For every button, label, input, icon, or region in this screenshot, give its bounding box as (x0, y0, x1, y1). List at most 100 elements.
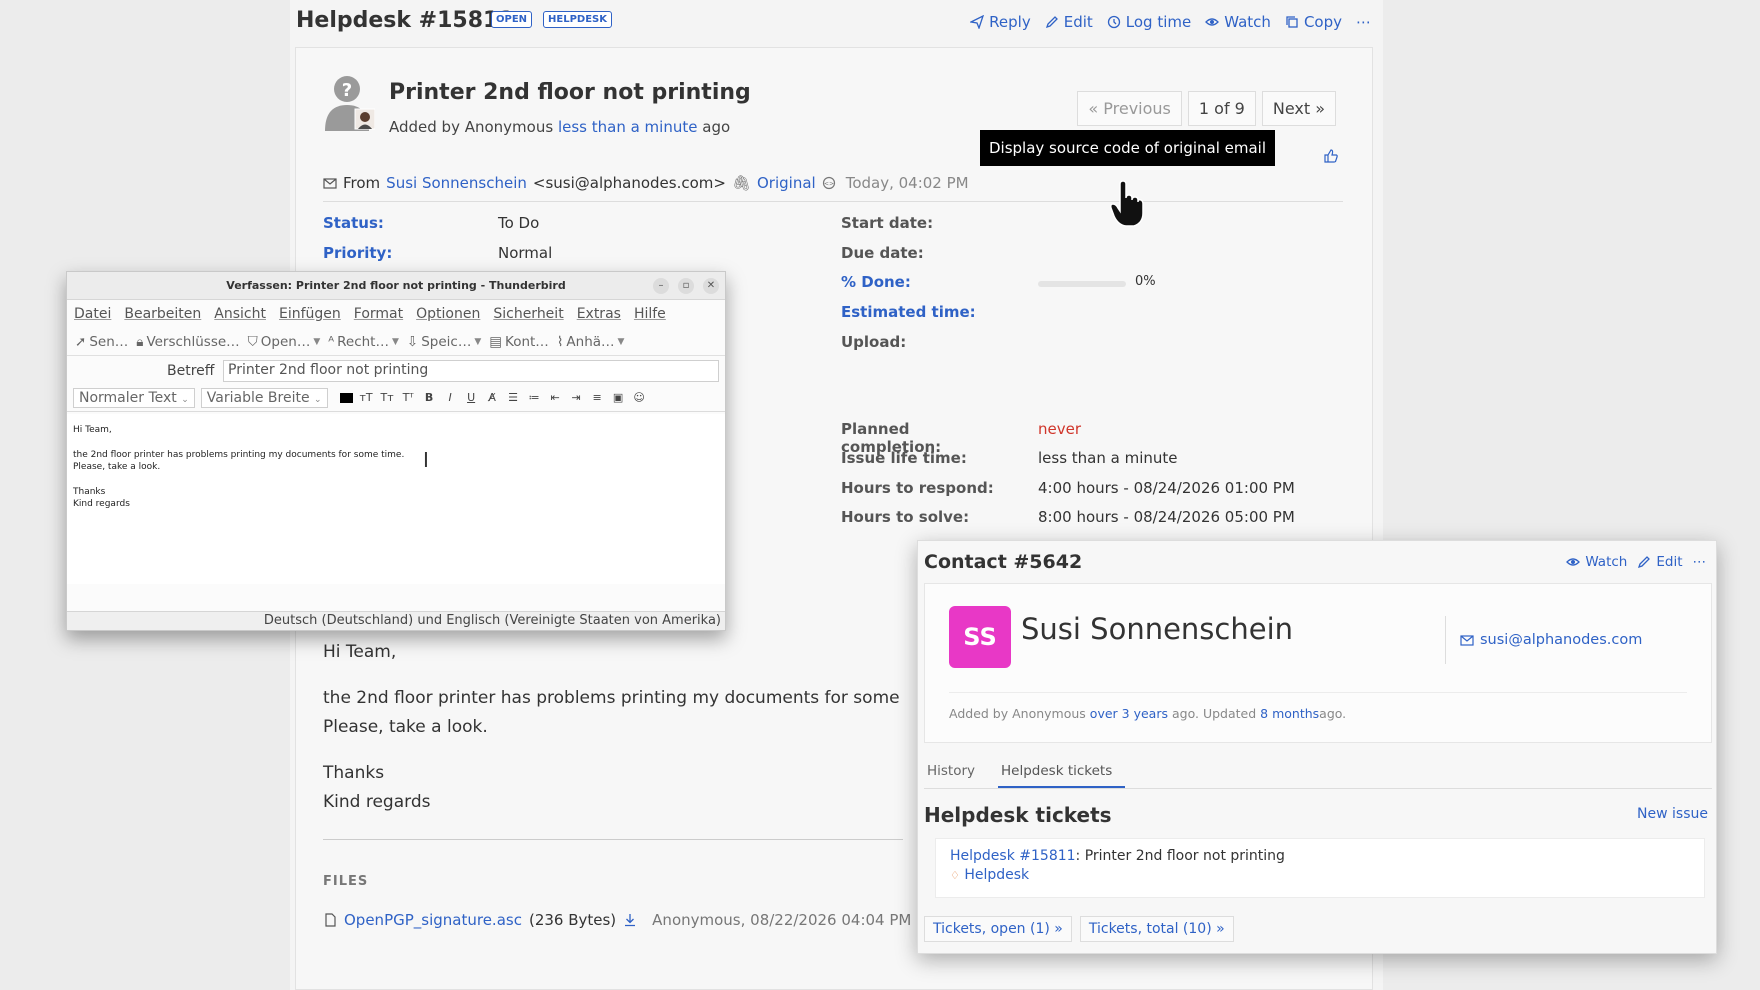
font-value: Variable Breite (206, 389, 310, 406)
from-date: Today, 04:02 PM (845, 174, 969, 192)
chevron-down-icon[interactable]: ▼ (474, 337, 481, 347)
ticket-tracker-link[interactable]: Helpdesk (964, 867, 1029, 883)
bullet-list-icon[interactable]: ☰ (506, 391, 521, 404)
attr-key: Start date: (841, 214, 934, 232)
ticket-link[interactable]: Helpdesk #15811 (950, 848, 1076, 864)
issue-title: Helpdesk #15811 (296, 8, 514, 33)
new-issue-link[interactable]: New issue (1637, 806, 1708, 822)
menu-format[interactable]: Format (354, 306, 403, 322)
spelling-button[interactable]: ᴬ Recht… ▼ (328, 334, 399, 350)
close-button[interactable]: ✕ (703, 278, 719, 294)
minimize-button[interactable]: – (653, 278, 669, 294)
text-color-icon[interactable] (339, 392, 353, 403)
chevron-down-icon[interactable]: ▼ (618, 337, 625, 347)
bold-icon[interactable]: B (422, 391, 437, 404)
watch-button[interactable]: Watch (1205, 13, 1271, 31)
contact-email[interactable]: susi@alphanodes.com (1445, 616, 1642, 664)
thunderbird-compose-window: Verfassen: Printer 2nd floor not printin… (66, 271, 726, 631)
menu-bearbeiten[interactable]: Bearbeiten (124, 306, 201, 322)
contact-watch-button[interactable]: Watch (1566, 554, 1627, 570)
tb-menubar: Datei Bearbeiten Ansicht Einfügen Format… (67, 300, 725, 328)
original-email-link[interactable]: Original (757, 174, 816, 192)
edit-button[interactable]: Edit (1045, 13, 1093, 31)
menu-sicherheit[interactable]: Sicherheit (493, 306, 563, 322)
previous-button[interactable]: « Previous (1077, 91, 1182, 126)
font-select[interactable]: Variable Breite ⌄ (200, 387, 328, 408)
watch-label: Watch (1224, 13, 1271, 31)
download-icon[interactable] (623, 913, 637, 927)
font-size-icon[interactable]: Tᵀ (401, 391, 416, 404)
body-regards: Kind regards (73, 499, 130, 509)
menu-ansicht[interactable]: Ansicht (214, 306, 266, 322)
outdent-icon[interactable]: ⇤ (548, 391, 563, 404)
encrypt-button[interactable]: 🔒︎ Verschlüsse… (136, 334, 239, 350)
menu-hilfe[interactable]: Hilfe (634, 306, 666, 322)
underline-icon[interactable]: U (464, 391, 479, 404)
reply-button[interactable]: Reply (970, 13, 1031, 31)
paragraph-style-value: Normaler Text (79, 389, 177, 406)
numbered-list-icon[interactable]: ≔ (527, 391, 542, 404)
menu-datei[interactable]: Datei (74, 306, 111, 322)
contact-more-button[interactable]: ⋯ (1693, 554, 1707, 570)
from-name-link[interactable]: Susi Sonnenschein (386, 174, 527, 192)
contact-updated-time-link[interactable]: 8 months (1260, 706, 1319, 721)
edit-label: Edit (1063, 13, 1093, 31)
envelope-icon (1460, 635, 1474, 646)
align-icon[interactable]: ≡ (590, 391, 605, 404)
menu-extras[interactable]: Extras (577, 306, 621, 322)
menu-optionen[interactable]: Optionen (416, 306, 480, 322)
chevron-down-icon[interactable]: ▼ (392, 337, 399, 347)
tickets-total-button[interactable]: Tickets, total (10) » (1079, 916, 1234, 942)
italic-icon[interactable]: I (443, 391, 458, 404)
openpgp-button[interactable]: ⛉ Open… ▼ (248, 334, 321, 350)
send-button[interactable]: ➚ Sen… (75, 334, 128, 350)
file-link[interactable]: OpenPGP_signature.asc (344, 911, 522, 929)
menu-einfuegen[interactable]: Einfügen (279, 306, 341, 322)
from-label: From (343, 174, 381, 192)
file-row: OpenPGP_signature.asc (236 Bytes) Anonym… (323, 911, 932, 929)
paragraph-style-select[interactable]: Normaler Text ⌄ (73, 387, 195, 408)
contacts-button[interactable]: ▤ Kont… (489, 334, 549, 350)
chevron-down-icon[interactable]: ▼ (313, 337, 320, 347)
source-code-icon[interactable]: <> (822, 176, 836, 190)
body-line-2: Please, take a look. (73, 462, 161, 472)
clear-format-icon[interactable]: A̸ (485, 391, 500, 404)
envelope-icon (323, 178, 337, 189)
tab-history[interactable]: History (924, 759, 978, 788)
pencil-icon (1045, 16, 1058, 29)
attach-button[interactable]: ⌇ Anhä… ▼ (557, 334, 625, 350)
contact-title: Contact #5642 (924, 551, 1083, 573)
source-code-tooltip: Display source code of original email (980, 130, 1276, 166)
save-label: Speic… (421, 333, 472, 350)
from-line: From Susi Sonnenschein <susi@alphanodes.… (323, 174, 1343, 202)
tb-message-body[interactable]: Hi Team, the 2nd floor printer has probl… (67, 414, 725, 584)
tab-helpdesk-tickets[interactable]: Helpdesk tickets (998, 759, 1126, 788)
contact-edit-button[interactable]: Edit (1637, 554, 1683, 570)
contact-added-time-link[interactable]: over 3 years (1090, 706, 1168, 721)
font-size-bigger-icon[interactable]: ᴛT (359, 391, 374, 404)
log-time-button[interactable]: Log time (1107, 13, 1191, 31)
thumbs-up-icon[interactable] (1323, 148, 1339, 168)
added-time-link[interactable]: less than a minute (558, 118, 698, 136)
attr-key: Issue life time: (841, 449, 967, 467)
tickets-open-button[interactable]: Tickets, open (1) » (924, 916, 1072, 942)
next-button[interactable]: Next » (1261, 91, 1336, 126)
insert-icon[interactable]: ▣ (611, 391, 626, 404)
subject-input[interactable]: Printer 2nd floor not printing (223, 360, 719, 382)
indent-icon[interactable]: ⇥ (569, 391, 584, 404)
svg-text:<>: <> (824, 181, 834, 188)
send-icon (970, 15, 985, 29)
body-greeting: Hi Team, (73, 425, 112, 435)
save-button[interactable]: ⇩ Speic… ▼ (407, 334, 481, 350)
desc-thanks: Thanks (323, 763, 385, 783)
helpdesk-tickets-title: Helpdesk tickets (924, 803, 1112, 827)
attr-value: 8:00 hours - 08/24/2026 05:00 PM (1038, 508, 1295, 526)
more-icon: ⋯ (1692, 554, 1707, 570)
emoji-icon[interactable]: ☺ (632, 391, 647, 404)
maximize-button[interactable]: ▫ (678, 278, 694, 294)
copy-button[interactable]: Copy (1285, 13, 1342, 31)
attr-key: Status: (323, 214, 384, 232)
more-button[interactable]: ⋯ (1356, 13, 1371, 31)
contact-email-link[interactable]: susi@alphanodes.com (1480, 632, 1642, 648)
font-size-smaller-icon[interactable]: Tᴛ (380, 391, 395, 404)
